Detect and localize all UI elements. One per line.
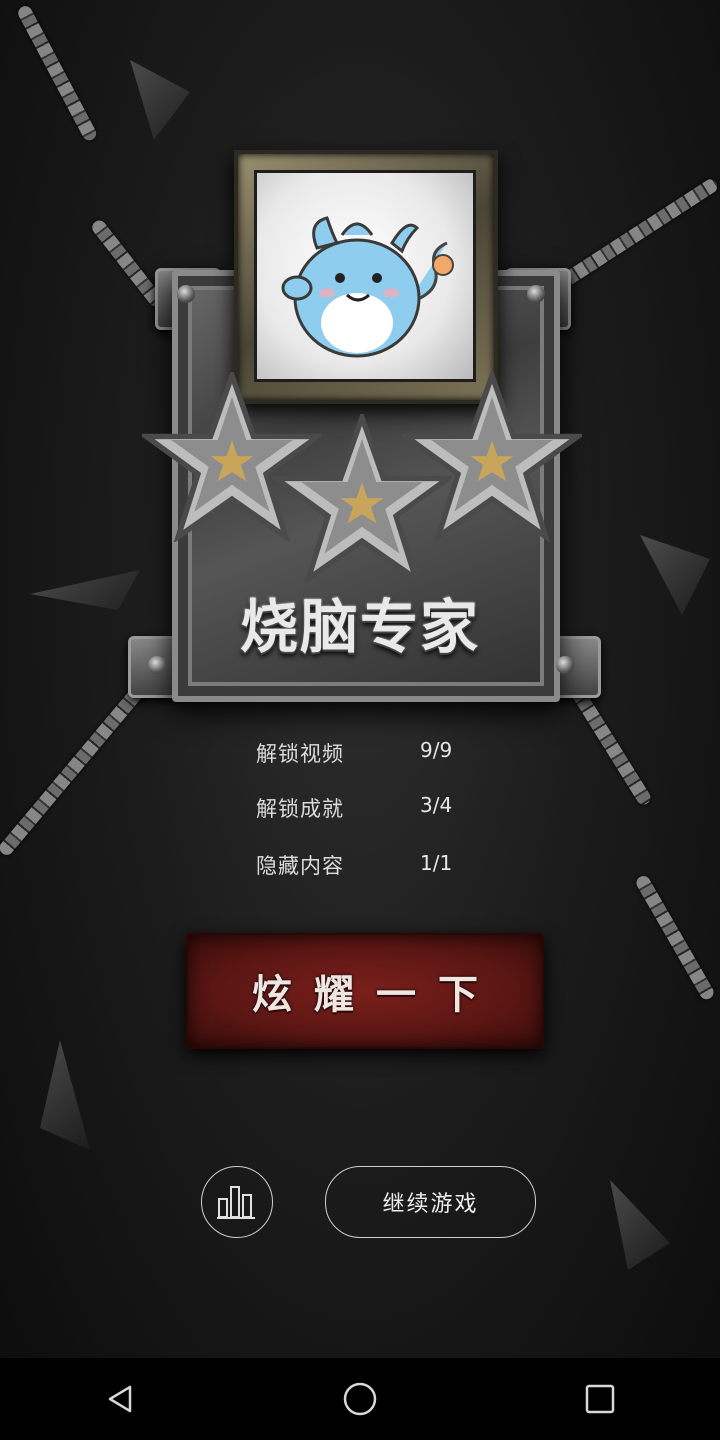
stat-value-achievements: 3/4 — [420, 793, 453, 817]
mascot-portrait — [254, 170, 476, 382]
stat-label-hidden: 隐藏内容 — [256, 854, 344, 878]
stat-value-hidden: 1/1 — [420, 851, 453, 875]
bolt-icon — [177, 285, 195, 303]
badge-title: 烧脑专家 — [239, 593, 480, 661]
home-circle-icon — [343, 1382, 377, 1416]
stat-label-videos: 解锁视频 — [256, 742, 344, 766]
nav-back-button[interactable] — [80, 1369, 160, 1429]
stat-value-videos: 9/9 — [420, 738, 453, 762]
back-triangle-icon — [108, 1385, 132, 1413]
shard-decoration — [40, 1040, 90, 1150]
shard-decoration — [610, 1180, 670, 1270]
nav-recents-button[interactable] — [560, 1369, 640, 1429]
recents-square-icon — [585, 1384, 615, 1414]
leaderboard-button[interactable] — [201, 1166, 273, 1238]
chain-decoration — [89, 217, 166, 310]
star-icon — [402, 372, 582, 542]
chain-decoration — [633, 873, 717, 1002]
shard-decoration — [30, 570, 140, 610]
stat-label-achievements: 解锁成就 — [256, 797, 344, 821]
blue-dragon-mascot-icon — [281, 216, 454, 358]
share-button[interactable]: 炫耀一下 — [186, 933, 544, 1049]
share-button-label: 炫耀一下 — [252, 972, 500, 1018]
nav-home-button[interactable] — [320, 1369, 400, 1429]
bolt-icon — [527, 285, 545, 303]
bolt-icon — [148, 656, 166, 674]
bolt-icon — [556, 656, 574, 674]
system-navigation-bar — [0, 1358, 720, 1440]
bar-chart-icon — [217, 1186, 255, 1219]
chain-decoration — [0, 672, 156, 858]
shard-decoration — [130, 60, 190, 140]
chain-decoration — [15, 3, 99, 143]
continue-game-button[interactable]: 继续游戏 — [325, 1166, 536, 1238]
shard-decoration — [640, 535, 710, 615]
continue-game-label: 继续游戏 — [382, 1192, 479, 1217]
